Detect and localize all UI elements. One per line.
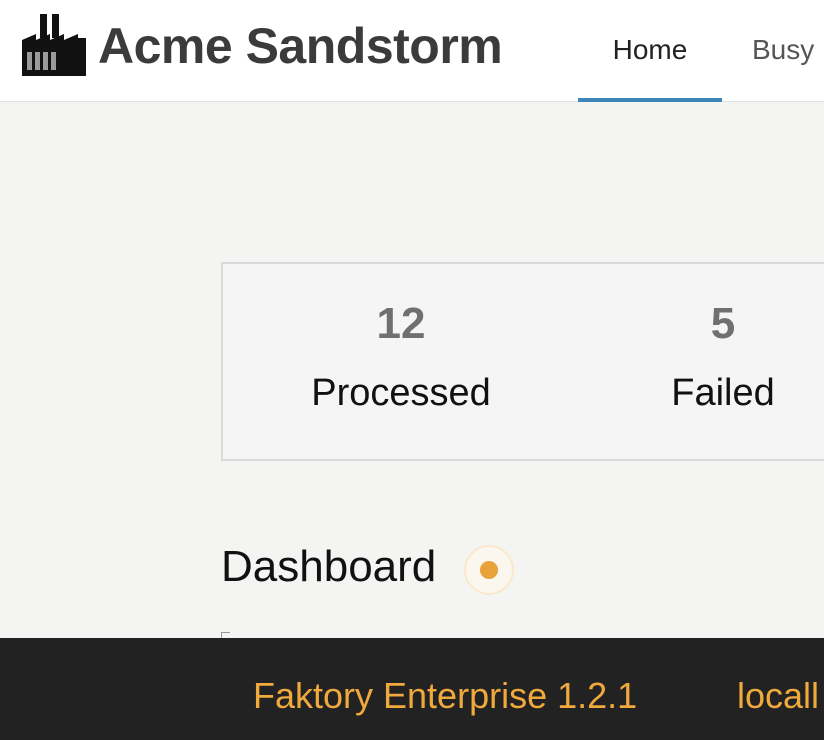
brand-name: Acme Sandstorm: [98, 18, 503, 74]
app-root: Acme Sandstorm Home Busy 12 Processed 5 …: [0, 0, 824, 740]
top-navbar: Acme Sandstorm Home Busy: [0, 0, 824, 102]
nav-tab-home[interactable]: Home: [578, 0, 722, 102]
stat-failed[interactable]: 5 Failed: [573, 264, 824, 459]
status-dot: [480, 561, 498, 579]
stat-processed[interactable]: 12 Processed: [251, 264, 551, 459]
footer-version: Faktory Enterprise 1.2.1: [253, 675, 638, 716]
nav-tab-busy[interactable]: Busy: [752, 0, 814, 100]
factory-icon: [22, 14, 86, 76]
stats-summary-panel: 12 Processed 5 Failed: [221, 262, 824, 461]
nav-tab-home-label: Home: [612, 34, 688, 65]
page-title: Dashboard: [221, 542, 437, 591]
stat-failed-label: Failed: [671, 372, 775, 414]
footer-host: locall: [737, 675, 820, 716]
brand-link[interactable]: Acme Sandstorm: [22, 10, 503, 82]
status-dot-icon: [464, 545, 514, 595]
stat-failed-count: 5: [710, 299, 736, 348]
stat-processed-count: 12: [376, 299, 426, 348]
nav-tab-busy-label: Busy: [752, 34, 815, 65]
stat-processed-label: Processed: [311, 372, 491, 414]
